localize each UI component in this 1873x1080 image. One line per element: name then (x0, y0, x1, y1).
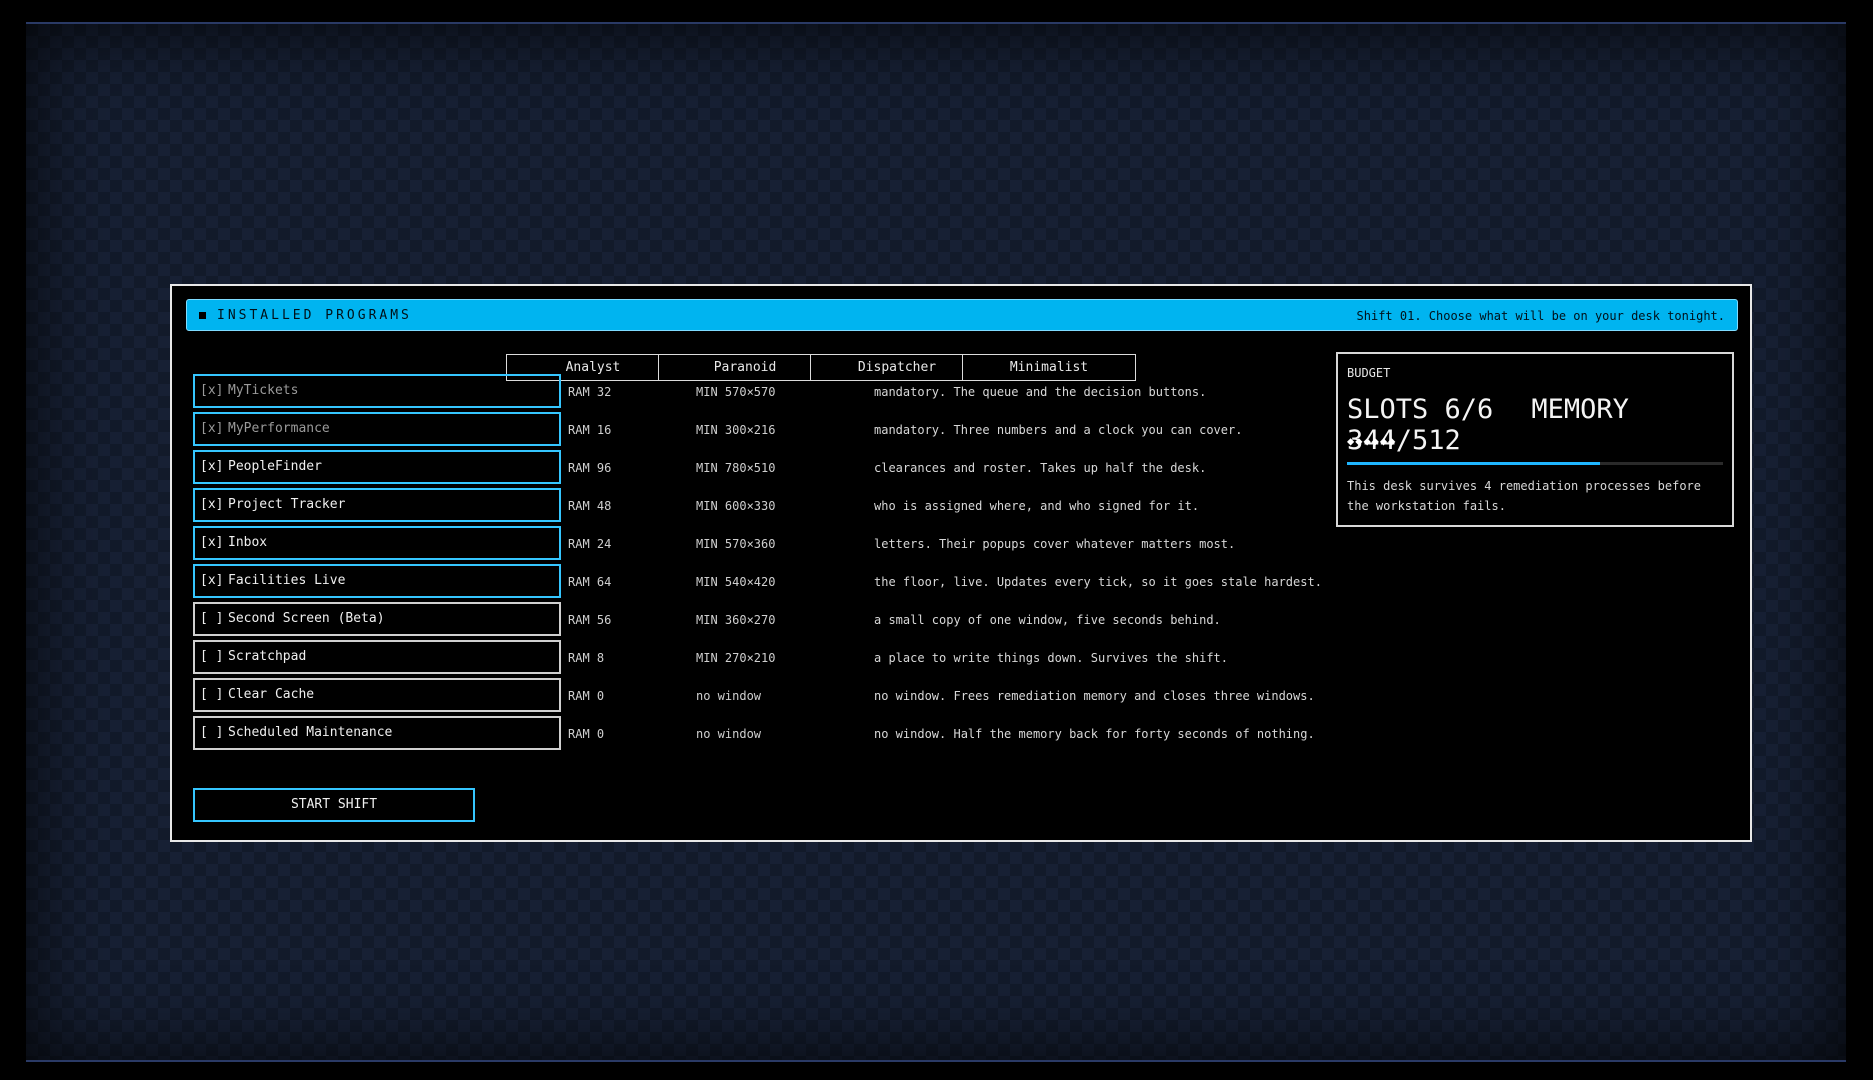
program-ram: RAM 64 (568, 575, 612, 589)
desk-preset-paranoid[interactable]: Paranoid (658, 354, 832, 381)
program-toggle[interactable]: [ ] Scheduled Maintenance (193, 716, 561, 750)
slot-pips: ◆◆◆◆◆◆ (1347, 434, 1397, 448)
slots-readout: SLOTS 6/6 (1347, 394, 1494, 425)
program-min-size: no window (696, 689, 762, 703)
budget-label: BUDGET (1347, 366, 1391, 380)
checkbox-indicator: [x] (200, 459, 224, 474)
program-ram: RAM 0 (568, 727, 605, 741)
program-description: no window. Frees remediation memory and … (874, 689, 1315, 703)
program-name: Project Tracker (228, 497, 346, 512)
program-name: MyTickets (228, 383, 299, 398)
title-bar: INSTALLED PROGRAMS Shift 01. Choose what… (186, 299, 1738, 331)
budget-panel: BUDGET SLOTS 6/6 MEMORY 344/512 ◆◆◆◆◆◆ Th… (1336, 352, 1734, 527)
game-screen: INSTALLED PROGRAMS Shift 01. Choose what… (26, 22, 1846, 1062)
desk-preset-dispatcher[interactable]: Dispatcher (810, 354, 984, 381)
start-shift-button[interactable]: START SHIFT (193, 788, 475, 822)
budget-note: This desk survives 4 remediation process… (1347, 479, 1702, 513)
checkbox-indicator: [x] (200, 383, 224, 398)
checkbox-indicator: [x] (200, 497, 224, 512)
checkbox-indicator: [x] (200, 421, 224, 436)
memory-bar-fill (1347, 462, 1600, 465)
program-ram: RAM 16 (568, 423, 612, 437)
checkbox-indicator: [x] (200, 535, 224, 550)
checkbox-indicator: [ ] (200, 687, 224, 702)
program-min-size: MIN 780×510 (696, 461, 776, 475)
program-name: Facilities Live (228, 573, 346, 588)
program-name: PeopleFinder (228, 459, 322, 474)
program-toggle[interactable]: [x] Facilities Live (193, 564, 561, 598)
window-subtitle: Shift 01. Choose what will be on your de… (1356, 309, 1725, 323)
program-description: mandatory. Three numbers and a clock you… (874, 423, 1243, 437)
program-description: a place to write things down. Survives t… (874, 651, 1229, 665)
program-min-size: MIN 600×330 (696, 499, 776, 513)
program-min-size: MIN 570×360 (696, 537, 776, 551)
program-name: Second Screen (Beta) (228, 611, 385, 626)
program-description: the floor, live. Updates every tick, so … (874, 575, 1322, 589)
program-toggle[interactable]: [x] Project Tracker (193, 488, 561, 522)
program-min-size: no window (696, 727, 762, 741)
program-description: mandatory. The queue and the decision bu… (874, 385, 1207, 399)
program-ram: RAM 32 (568, 385, 612, 399)
program-min-size: MIN 570×570 (696, 385, 776, 399)
program-ram: RAM 56 (568, 613, 612, 627)
budget-readout: SLOTS 6/6 MEMORY 344/512 (1347, 394, 1732, 456)
program-toggle: [x] MyPerformance (193, 412, 561, 446)
title-square-icon (199, 312, 206, 319)
program-description: no window. Half the memory back for fort… (874, 727, 1315, 741)
program-name: Scratchpad (228, 649, 307, 664)
program-name: MyPerformance (228, 421, 330, 436)
program-description: clearances and roster. Takes up half the… (874, 461, 1207, 475)
program-toggle[interactable]: [x] PeopleFinder (193, 450, 561, 484)
program-ram: RAM 24 (568, 537, 612, 551)
program-toggle[interactable]: [ ] Second Screen (Beta) (193, 602, 561, 636)
program-toggle[interactable]: [x] Inbox (193, 526, 561, 560)
window-title: INSTALLED PROGRAMS (217, 308, 412, 323)
program-name: Clear Cache (228, 687, 315, 702)
program-description: who is assigned where, and who signed fo… (874, 499, 1200, 513)
program-description: letters. Their popups cover whatever mat… (874, 537, 1236, 551)
installed-programs-window: INSTALLED PROGRAMS Shift 01. Choose what… (170, 284, 1752, 842)
program-ram: RAM 48 (568, 499, 612, 513)
program-ram: RAM 8 (568, 651, 605, 665)
checkbox-indicator: [ ] (200, 611, 224, 626)
program-ram: RAM 0 (568, 689, 605, 703)
program-ram: RAM 96 (568, 461, 612, 475)
program-toggle: [x] MyTickets (193, 374, 561, 408)
program-name: Inbox (228, 535, 268, 550)
program-min-size: MIN 540×420 (696, 575, 776, 589)
memory-bar (1347, 462, 1723, 465)
program-min-size: MIN 270×210 (696, 651, 776, 665)
checkbox-indicator: [ ] (200, 725, 224, 740)
program-name: Scheduled Maintenance (228, 725, 393, 740)
program-min-size: MIN 300×216 (696, 423, 776, 437)
desk-preset-minimalist[interactable]: Minimalist (962, 354, 1136, 381)
program-toggle[interactable]: [ ] Scratchpad (193, 640, 561, 674)
checkbox-indicator: [ ] (200, 649, 224, 664)
checkbox-indicator: [x] (200, 573, 224, 588)
program-toggle[interactable]: [ ] Clear Cache (193, 678, 561, 712)
program-description: a small copy of one window, five seconds… (874, 613, 1221, 627)
program-min-size: MIN 360×270 (696, 613, 776, 627)
